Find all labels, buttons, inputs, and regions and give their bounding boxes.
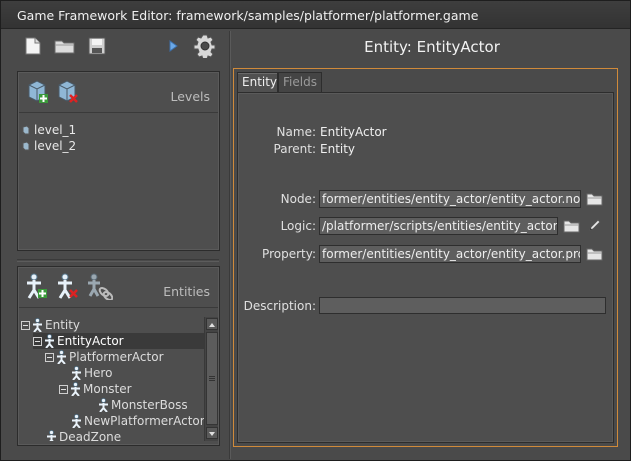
- scroll-down-button[interactable]: [206, 427, 218, 439]
- level-icon: [22, 125, 30, 135]
- tree-row-label: Entity: [45, 318, 81, 332]
- entities-panel-header: Entities: [19, 268, 218, 308]
- new-file-icon[interactable]: [25, 37, 41, 58]
- arrow-down-icon: [209, 432, 215, 436]
- name-value: EntityActor: [320, 125, 387, 139]
- tree-row-label: DeadZone: [59, 430, 122, 441]
- scroll-thumb[interactable]: [206, 332, 218, 425]
- levels-panel-header: Levels: [19, 73, 218, 113]
- tree-row[interactable]: Hero: [70, 365, 112, 381]
- levels-panel-title: Levels: [170, 89, 210, 104]
- editor-window: Game Framework Editor: framework/samples…: [0, 0, 631, 461]
- tree-row[interactable]: Entity: [21, 317, 80, 333]
- browse-property-folder-icon[interactable]: [586, 247, 603, 261]
- logic-path-field[interactable]: /platformer/scripts/entities/entity_acto…: [319, 217, 558, 235]
- entities-panel-title: Entities: [163, 284, 210, 299]
- remove-level-icon[interactable]: [55, 77, 79, 108]
- tree-row-label: MonsterBoss: [111, 398, 188, 412]
- levels-panel: Levels level_1 level_2: [17, 71, 220, 251]
- entity-icon: [57, 350, 66, 364]
- tree-row-label: PlatformerActor: [69, 350, 164, 364]
- level-list-item[interactable]: level_2: [22, 139, 76, 155]
- open-folder-icon[interactable]: [54, 38, 76, 57]
- entity-icon: [72, 366, 81, 380]
- level-label: level_1: [34, 123, 77, 137]
- tree-row[interactable]: Monster: [59, 381, 132, 397]
- tree-row[interactable]: DeadZone: [45, 429, 121, 441]
- link-entity-icon[interactable]: [85, 272, 114, 303]
- logic-label: Logic:: [280, 219, 316, 233]
- entity-icon: [45, 334, 54, 348]
- arrow-up-icon: [209, 323, 215, 327]
- grip-line: [209, 380, 215, 381]
- tree-row[interactable]: PlatformerActor: [45, 349, 164, 365]
- entity-icon: [33, 318, 42, 332]
- play-arrow-icon[interactable]: [169, 40, 178, 55]
- grip-line: [209, 378, 215, 379]
- tree-row-label: Monster: [83, 382, 132, 396]
- details-frame: Entity Fields Name: EntityActor Parent: …: [233, 68, 618, 447]
- tree-row[interactable]: NewPlatformerActor: [70, 413, 205, 429]
- entity-title: Entity: EntityActor: [364, 38, 500, 56]
- remove-entity-icon[interactable]: [55, 272, 79, 303]
- description-field[interactable]: [319, 297, 606, 314]
- tree-row-label: EntityActor: [57, 334, 124, 348]
- collapse-toggle-icon[interactable]: [21, 321, 30, 330]
- panel-splitter[interactable]: [17, 259, 219, 262]
- vertical-splitter[interactable]: [229, 31, 231, 459]
- add-level-icon[interactable]: [25, 77, 49, 108]
- tab-entity[interactable]: Entity: [237, 72, 278, 92]
- tree-row-selected[interactable]: EntityActor: [33, 333, 205, 349]
- tab-fields[interactable]: Fields: [278, 72, 322, 92]
- level-icon: [22, 141, 30, 151]
- tree-row[interactable]: MonsterBoss: [97, 397, 188, 413]
- save-disk-icon[interactable]: [88, 37, 106, 58]
- add-entity-icon[interactable]: [24, 272, 48, 303]
- tree-row-label: Hero: [84, 366, 113, 380]
- settings-gear-icon[interactable]: [193, 34, 217, 61]
- scroll-up-button[interactable]: [206, 318, 218, 330]
- browse-logic-folder-icon[interactable]: [563, 219, 580, 233]
- entity-icon: [47, 430, 56, 441]
- parent-value: Entity: [320, 142, 356, 156]
- name-label: Name:: [276, 125, 316, 139]
- entity-icon: [99, 398, 108, 412]
- collapse-toggle-icon[interactable]: [45, 353, 54, 362]
- parent-label: Parent:: [273, 142, 316, 156]
- level-label: level_2: [34, 139, 77, 153]
- title-bar: Game Framework Editor: framework/samples…: [1, 1, 630, 29]
- entity-tree: Entity EntityActor PlatformerActor Hero …: [19, 315, 205, 441]
- level-list-item[interactable]: level_1: [22, 123, 76, 139]
- tree-scrollbar[interactable]: [204, 317, 218, 441]
- tree-row-label: NewPlatformerActor: [84, 414, 205, 428]
- entity-icon: [72, 414, 81, 428]
- collapse-toggle-icon[interactable]: [33, 337, 42, 346]
- edit-logic-pencil-icon[interactable]: [588, 218, 605, 232]
- node-path-field[interactable]: former/entities/entity_actor/entity_acto…: [319, 190, 581, 208]
- property-path-field[interactable]: former/entities/entity_actor/entity_acto…: [319, 245, 581, 263]
- window-title: Game Framework Editor: framework/samples…: [17, 8, 479, 23]
- grip-line: [209, 376, 215, 377]
- property-label: Property:: [262, 247, 316, 261]
- browse-node-folder-icon[interactable]: [586, 192, 603, 206]
- entities-panel: Entities Entity EntityActor PlatformerAc…: [17, 266, 220, 446]
- entity-tab-content: Name: EntityActor Parent: Entity Node: f…: [237, 92, 614, 443]
- description-label: Description:: [243, 299, 316, 313]
- node-label: Node:: [280, 192, 316, 206]
- entity-icon: [71, 382, 80, 396]
- collapse-toggle-icon[interactable]: [59, 385, 68, 394]
